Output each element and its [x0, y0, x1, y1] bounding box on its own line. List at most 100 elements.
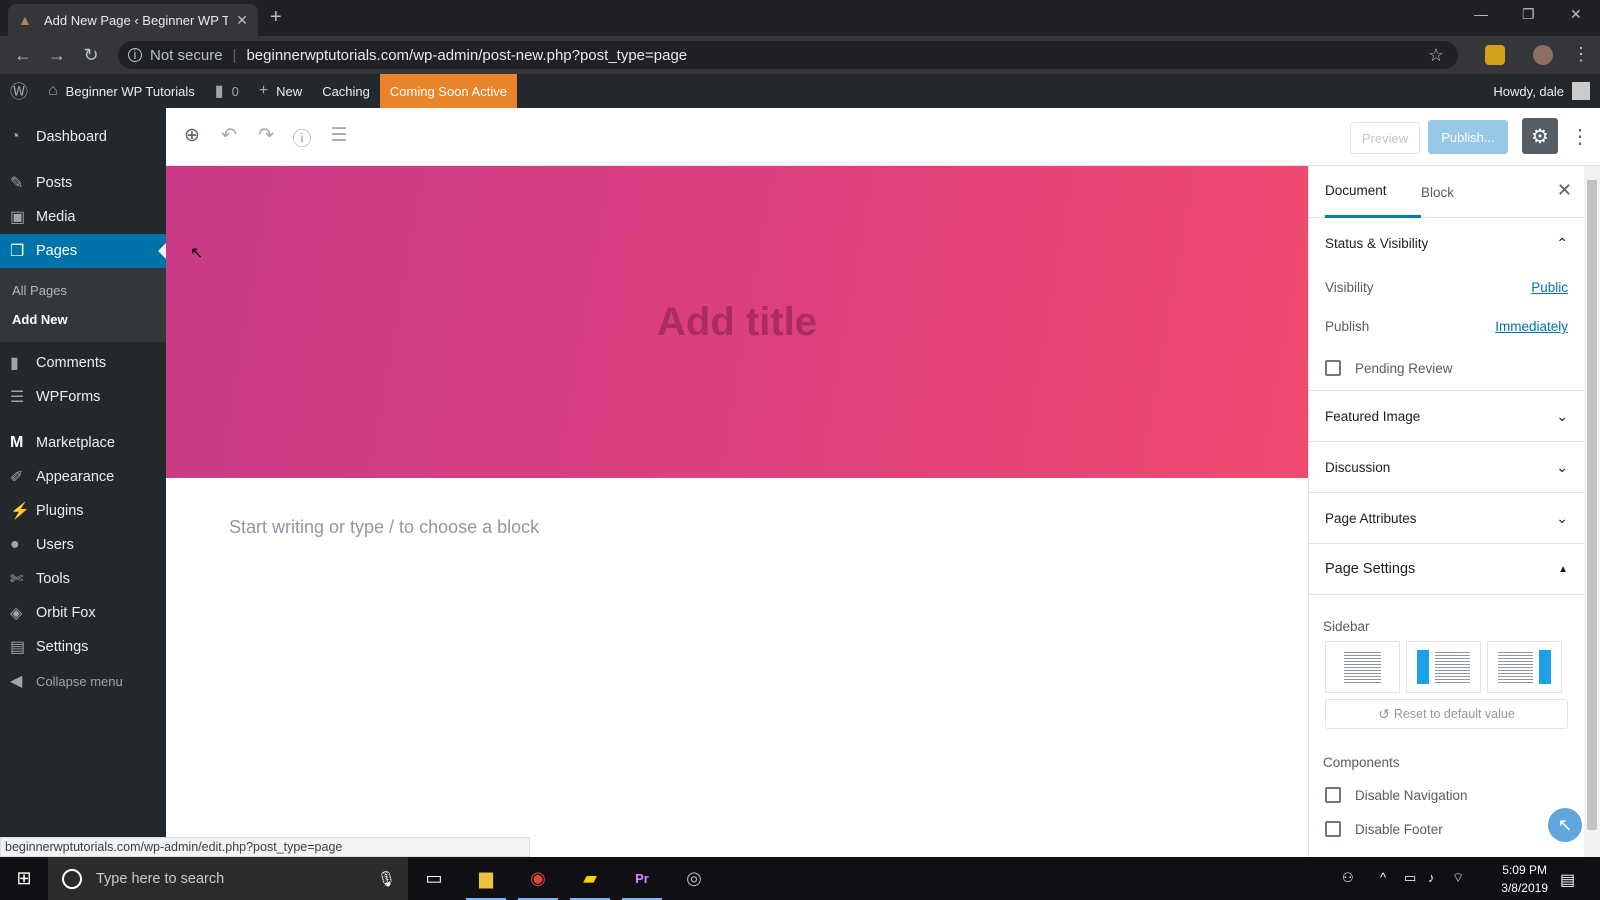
checkbox[interactable] — [1325, 787, 1341, 803]
layout-right-sidebar-option[interactable] — [1487, 641, 1562, 693]
notifications-icon[interactable]: ▤ — [1560, 870, 1575, 890]
panel-scrollbar[interactable] — [1584, 166, 1600, 857]
info-icon[interactable]: i — [128, 48, 142, 62]
volume-icon[interactable]: ♪ — [1428, 870, 1435, 885]
taskbar-clock[interactable]: 5:09 PM 3/8/2019 — [1501, 861, 1548, 897]
more-tools-icon[interactable]: ⋮ — [1570, 124, 1590, 149]
settings-toggle-button[interactable]: ⚙ — [1522, 118, 1558, 154]
cover-block[interactable]: Add title — [166, 166, 1308, 478]
layout-left-sidebar-option[interactable] — [1406, 641, 1481, 693]
sidebar-item-settings[interactable]: ▤ Settings — [0, 630, 166, 664]
help-widget-icon[interactable]: ↖ — [1548, 808, 1582, 842]
windows-start-icon[interactable]: ⊞ — [0, 857, 48, 900]
sidebar-item-dashboard[interactable]: ◔ Dashboard — [0, 120, 166, 154]
sidebar-item-posts[interactable]: ✎ Posts — [0, 166, 166, 200]
info-circle-icon[interactable]: ⓘ — [290, 124, 314, 151]
profile-avatar[interactable] — [1533, 45, 1553, 65]
submenu-add-new[interactable]: Add New — [0, 305, 166, 334]
page-attributes-toggle[interactable]: Page Attributes ⌄ — [1309, 493, 1584, 543]
url-bar[interactable]: i Not secure | beginnerwptutorials.com/w… — [118, 41, 1458, 69]
wp-logo-icon[interactable]: Ⓦ — [0, 74, 38, 108]
checkbox[interactable] — [1325, 360, 1341, 376]
windows-taskbar: ⊞ Type here to search 🎙 ▭ ▆ ◉ ▰ Pr ◎ ⚇ ^… — [0, 857, 1600, 900]
sidebar-item-appearance[interactable]: ✐ Appearance — [0, 460, 166, 494]
publish-button[interactable]: Publish... — [1428, 120, 1508, 154]
sidebar-item-users[interactable]: ● Users — [0, 528, 166, 562]
page-title-input[interactable]: Add title — [657, 300, 817, 345]
caching-link[interactable]: Caching — [312, 74, 380, 108]
new-tab-icon[interactable]: + — [270, 6, 282, 29]
user-account-link[interactable]: Howdy, dale — [1493, 74, 1590, 108]
forward-icon[interactable]: → — [40, 45, 74, 66]
sidebar-item-tools[interactable]: ✄ Tools — [0, 562, 166, 596]
chevron-down-icon: ⌄ — [1556, 509, 1568, 526]
publish-date-link[interactable]: Immediately — [1495, 319, 1568, 334]
close-window-icon[interactable]: ✕ — [1570, 6, 1582, 23]
sidebar-item-plugins[interactable]: ⚡ Plugins — [0, 494, 166, 528]
back-icon[interactable]: ← — [6, 45, 40, 66]
checkbox[interactable] — [1325, 821, 1341, 837]
block-appender[interactable]: Start writing or type / to choose a bloc… — [229, 517, 539, 538]
browser-tab[interactable]: ▲ Add New Page ‹ Beginner WP Tu ✕ — [8, 4, 258, 36]
sidebar-item-label: Appearance — [36, 469, 115, 485]
submenu-all-pages[interactable]: All Pages — [0, 276, 166, 305]
pending-review-checkbox[interactable]: Pending Review — [1309, 346, 1584, 390]
redo-icon[interactable]: ↷ — [254, 124, 278, 147]
visibility-link[interactable]: Public — [1531, 280, 1568, 295]
browser-menu-icon[interactable]: ⋮ — [1572, 44, 1590, 65]
tab-block[interactable]: Block — [1421, 166, 1454, 218]
comments-link[interactable]: ▮ 0 — [205, 74, 249, 108]
sidebar-item-pages[interactable]: ❐ Pages — [0, 234, 166, 268]
disable-footer-checkbox[interactable]: Disable Footer — [1309, 813, 1584, 845]
minimize-icon[interactable]: — — [1474, 6, 1488, 22]
sidebar-item-orbit-fox[interactable]: ◈ Orbit Fox — [0, 596, 166, 630]
wifi-icon[interactable]: ⌔ — [1452, 870, 1464, 886]
reload-icon[interactable]: ↻ — [74, 45, 108, 66]
undo-icon[interactable]: ↶ — [217, 124, 241, 147]
add-block-icon[interactable]: ⊕ — [180, 124, 204, 147]
sidebar-item-wpforms[interactable]: ☰ WPForms — [0, 380, 166, 414]
collapse-menu-button[interactable]: ◀ Collapse menu — [0, 664, 166, 698]
status-bar-url: beginnerwptutorials.com/wp-admin/edit.ph… — [0, 837, 530, 857]
clock-date: 3/8/2019 — [1501, 881, 1548, 895]
user-avatar — [1572, 82, 1590, 100]
featured-image-toggle[interactable]: Featured Image ⌄ — [1309, 391, 1584, 441]
sticky-notes-icon[interactable]: ▰ — [564, 857, 616, 900]
reset-default-button[interactable]: ↺ Reset to default value — [1325, 699, 1568, 729]
layout-no-sidebar-option[interactable] — [1325, 641, 1400, 693]
coming-soon-badge[interactable]: Coming Soon Active — [379, 74, 517, 108]
file-explorer-icon[interactable]: ▆ — [460, 857, 512, 900]
publish-row: Publish Immediately — [1309, 307, 1584, 346]
task-view-icon[interactable]: ▭ — [408, 857, 460, 900]
site-name-link[interactable]: ⌂ Beginner WP Tutorials — [38, 74, 205, 108]
preview-button[interactable]: Preview — [1350, 122, 1420, 154]
visibility-label: Visibility — [1325, 280, 1374, 295]
discussion-toggle[interactable]: Discussion ⌄ — [1309, 442, 1584, 492]
new-content-link[interactable]: + New — [249, 74, 312, 108]
microphone-icon[interactable]: 🎙 — [377, 870, 396, 888]
restore-icon[interactable]: ❐ — [1522, 6, 1535, 23]
outline-icon[interactable]: ☰ — [327, 124, 351, 147]
wordpress-favicon-icon: ▲ — [18, 12, 32, 28]
extension-icon[interactable] — [1485, 45, 1505, 65]
sidebar-item-media[interactable]: ▣ Media — [0, 200, 166, 234]
tray-chevron-icon[interactable]: ^ — [1380, 870, 1386, 885]
tab-document[interactable]: Document — [1325, 166, 1421, 218]
close-icon[interactable]: ✕ — [1557, 180, 1572, 201]
wp-admin-bar: Ⓦ ⌂ Beginner WP Tutorials ▮ 0 + New Cach… — [0, 74, 1600, 108]
sidebar-item-comments[interactable]: ▮ Comments — [0, 346, 166, 380]
taskbar-search-box[interactable]: Type here to search 🎙 — [48, 857, 408, 900]
status-visibility-toggle[interactable]: Status & Visibility ⌃ — [1309, 218, 1584, 268]
premiere-icon[interactable]: Pr — [616, 857, 668, 900]
scrollbar-thumb[interactable] — [1587, 180, 1597, 830]
caret-up-icon: ▲ — [1558, 563, 1568, 575]
battery-icon[interactable]: ▭ — [1404, 870, 1416, 886]
close-tab-icon[interactable]: ✕ — [236, 12, 248, 29]
sidebar-item-marketplace[interactable]: M Marketplace — [0, 426, 166, 460]
obs-icon[interactable]: ◎ — [668, 857, 720, 900]
chrome-icon[interactable]: ◉ — [512, 857, 564, 900]
people-icon[interactable]: ⚇ — [1342, 870, 1354, 886]
page-settings-toggle[interactable]: Page Settings ▲ — [1309, 544, 1584, 594]
disable-navigation-checkbox[interactable]: Disable Navigation — [1309, 777, 1584, 813]
bookmark-star-icon[interactable]: ☆ — [1428, 45, 1444, 66]
